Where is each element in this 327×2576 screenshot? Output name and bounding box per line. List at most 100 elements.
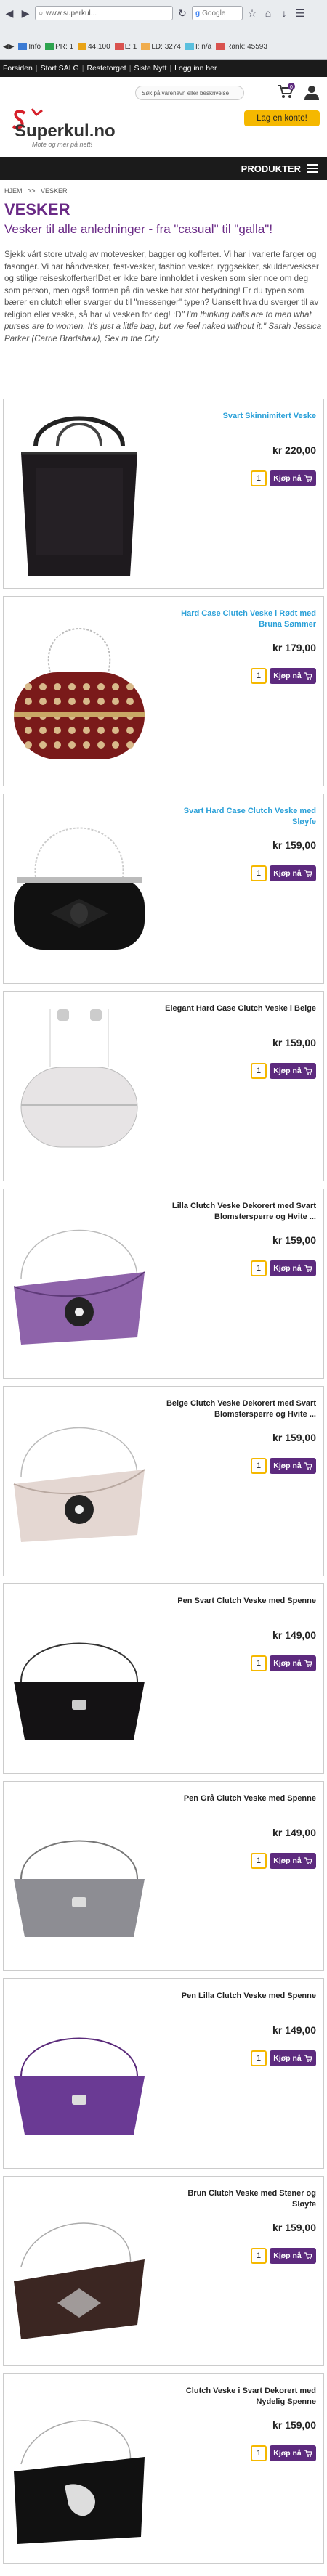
product-name[interactable]: Svart Hard Case Clutch Veske med Sløyfe — [164, 806, 316, 828]
hamburger-icon[interactable] — [307, 164, 318, 173]
browser-search-input[interactable]: g Google — [192, 6, 243, 20]
products-menu-bar[interactable]: PRODUKTER — [0, 157, 327, 180]
quantity-input[interactable]: 1 — [251, 865, 267, 881]
category-description: Sjekk vårt store utvalg av motevesker, b… — [4, 249, 323, 345]
buy-button[interactable]: Kjøp nå — [270, 1063, 316, 1079]
menu-icon[interactable]: ☰ — [294, 6, 307, 20]
product-card: Pen Lilla Clutch Veske med Spenne kr 149,… — [3, 1978, 324, 2169]
product-image[interactable] — [7, 995, 152, 1178]
buy-button[interactable]: Kjøp nå — [270, 2050, 316, 2066]
toolbar-item[interactable]: I: n/a — [185, 43, 211, 51]
topnav-link-forsiden[interactable]: Forsiden — [3, 64, 33, 73]
quantity-input[interactable]: 1 — [251, 1655, 267, 1671]
buy-button[interactable]: Kjøp nå — [270, 865, 316, 881]
topnav-link-salg[interactable]: Stort SALG — [41, 64, 79, 73]
forward-icon[interactable]: ▶ — [19, 6, 32, 20]
product-image[interactable] — [7, 1785, 152, 1968]
product-name[interactable]: Beige Clutch Veske Dekorert med Svart Bl… — [164, 1398, 316, 1420]
topnav-link-login[interactable]: Logg inn her — [174, 64, 217, 73]
toolbar-item[interactable]: L: 1 — [114, 43, 137, 51]
cart-icon — [304, 2450, 312, 2457]
product-name[interactable]: Clutch Veske i Svart Dekorert med Nydeli… — [164, 2386, 316, 2408]
product-card: Svart Hard Case Clutch Veske med Sløyfe k… — [3, 794, 324, 984]
cart-icon — [304, 1067, 312, 1075]
buy-button[interactable]: Kjøp nå — [270, 1655, 316, 1671]
quantity-input[interactable]: 1 — [251, 2248, 267, 2264]
breadcrumb-home[interactable]: HJEM — [4, 187, 23, 195]
product-price: kr 220,00 — [272, 444, 316, 456]
quantity-input[interactable]: 1 — [251, 1853, 267, 1869]
product-image[interactable] — [7, 1390, 152, 1573]
product-name[interactable]: Hard Case Clutch Veske i Rødt med Bruna … — [164, 608, 316, 630]
product-image[interactable] — [7, 1192, 152, 1375]
buy-button[interactable]: Kjøp nå — [270, 1853, 316, 1869]
toolbar-nav-icon[interactable]: ◀▶ — [3, 43, 14, 51]
product-name[interactable]: Pen Grå Clutch Veske med Spenne — [164, 1793, 316, 1804]
breadcrumb: HJEM >> VESKER — [4, 187, 68, 195]
logo-tagline: Mote og mer på nett! — [32, 141, 93, 148]
site-logo[interactable]: Superkul.no Mote og mer på nett! — [10, 106, 134, 150]
quantity-input[interactable]: 1 — [251, 1063, 267, 1079]
toolbar-item[interactable]: 44,100 — [78, 43, 110, 51]
product-price: kr 159,00 — [272, 2419, 316, 2431]
product-card: Elegant Hard Case Clutch Veske i Beige kr… — [3, 991, 324, 1181]
quantity-input[interactable]: 1 — [251, 2445, 267, 2461]
product-image[interactable] — [7, 797, 152, 980]
buy-button-label: Kjøp nå — [273, 2449, 302, 2458]
address-bar[interactable]: ○ www.superkul... — [35, 6, 173, 20]
product-name[interactable]: Lilla Clutch Veske Dekorert med Svart Bl… — [164, 1201, 316, 1223]
home-icon[interactable]: ⌂ — [262, 6, 275, 20]
quantity-input[interactable]: 1 — [251, 668, 267, 684]
product-image[interactable] — [7, 1587, 152, 1770]
buy-button[interactable]: Kjøp nå — [270, 470, 316, 486]
buy-button[interactable]: Kjøp nå — [270, 1458, 316, 1474]
cart-icon[interactable]: 0 — [276, 83, 295, 100]
globe-icon: ○ — [39, 9, 44, 17]
buy-button-label: Kjøp nå — [273, 1067, 302, 1075]
reload-icon[interactable]: ↻ — [176, 6, 189, 20]
buy-button-label: Kjøp nå — [273, 2054, 302, 2063]
quantity-input[interactable]: 1 — [251, 1260, 267, 1276]
nav-separator: | — [35, 64, 38, 73]
browser-navbar: ◀ ▶ ○ www.superkul... ↻ g Google ☆ ⌂ ↓ ☰ — [0, 3, 327, 23]
cart-icon — [304, 672, 312, 680]
product-price: kr 159,00 — [272, 1432, 316, 1443]
product-name[interactable]: Pen Svart Clutch Veske med Spenne — [164, 1596, 316, 1607]
download-icon[interactable]: ↓ — [278, 6, 291, 20]
site-search-input[interactable]: Søk på varenavn eller beskrivelse — [135, 86, 244, 100]
toolbar-item[interactable]: Rank: 45593 — [216, 43, 267, 51]
buy-button[interactable]: Kjøp nå — [270, 1260, 316, 1276]
product-price: kr 159,00 — [272, 1234, 316, 1246]
product-name[interactable]: Pen Lilla Clutch Veske med Spenne — [164, 1991, 316, 2002]
buy-button[interactable]: Kjøp nå — [270, 2248, 316, 2264]
site-search-placeholder: Søk på varenavn eller beskrivelse — [142, 89, 230, 97]
buy-button[interactable]: Kjøp nå — [270, 2445, 316, 2461]
toolbar-item[interactable]: Info — [18, 43, 41, 51]
topnav-link-nytt[interactable]: Siste Nytt — [134, 64, 166, 73]
product-name[interactable]: Svart Skinnimitert Veske — [164, 411, 316, 422]
quantity-input[interactable]: 1 — [251, 1458, 267, 1474]
product-name[interactable]: Brun Clutch Veske med Stener og Sløyfe — [164, 2188, 316, 2210]
product-image[interactable] — [7, 2377, 152, 2560]
buy-button[interactable]: Kjøp nå — [270, 668, 316, 684]
create-account-button[interactable]: Lag en konto! — [244, 110, 320, 126]
quantity-input[interactable]: 1 — [251, 470, 267, 486]
breadcrumb-current: VESKER — [41, 187, 68, 195]
product-image[interactable] — [7, 402, 152, 585]
product-image[interactable] — [7, 2180, 152, 2363]
address-text: www.superkul... — [46, 9, 97, 17]
toolbar-item[interactable]: LD: 3274 — [141, 43, 181, 51]
product-image[interactable] — [7, 1982, 152, 2165]
top-nav: Forsiden | Stort SALG | Restetorget | Siste… — [0, 60, 327, 77]
user-icon[interactable] — [304, 84, 320, 100]
topnav-link-restetorget[interactable]: Restetorget — [86, 64, 126, 73]
back-icon[interactable]: ◀ — [3, 6, 16, 20]
breadcrumb-separator: >> — [28, 187, 36, 195]
quantity-input[interactable]: 1 — [251, 2050, 267, 2066]
toolbar-item[interactable]: PR: 1 — [45, 43, 73, 51]
bookmark-star-icon[interactable]: ☆ — [246, 6, 259, 20]
seo-toolbar: ◀▶ Info PR: 1 44,100 L: 1 LD: 3274 I: n/… — [0, 36, 327, 57]
product-image[interactable] — [7, 600, 152, 783]
product-price: kr 159,00 — [272, 839, 316, 851]
product-name[interactable]: Elegant Hard Case Clutch Veske i Beige — [164, 1003, 316, 1014]
